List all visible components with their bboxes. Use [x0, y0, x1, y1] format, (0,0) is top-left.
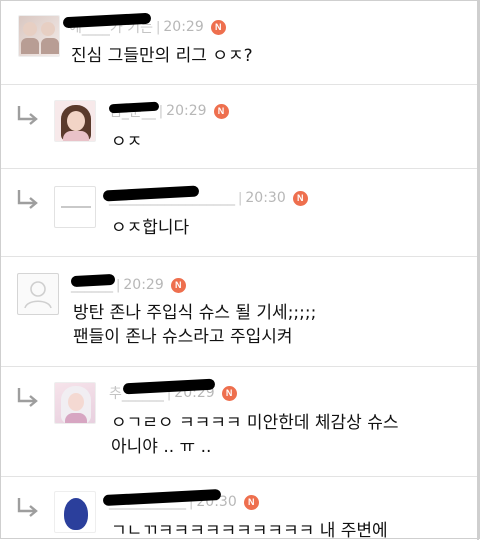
avatar[interactable]: [54, 100, 96, 142]
new-badge: N: [213, 103, 229, 119]
avatar[interactable]: [18, 15, 60, 57]
comment-meta: ___________ | 20:30 N: [102, 488, 259, 512]
author-name[interactable]: 에____가 기는: [62, 12, 153, 37]
new-badge: N: [221, 385, 237, 401]
author-name[interactable]: 추______: [109, 378, 216, 403]
reply-arrow-icon: [17, 190, 38, 209]
avatar[interactable]: [54, 382, 96, 424]
comment-item-reply: 추______ | 20:29 N ㅇㄱㄹㅇ ㅋㅋㅋㅋ 미안한데 체감상 슈스 …: [1, 367, 479, 477]
scroll-edge: [477, 1, 479, 540]
comment-text: 방탄 존나 주입식 슈스 될 기세;;;;; 팬들이 존나 슈스라고 주입시켜: [73, 303, 317, 347]
avatar[interactable]: [54, 186, 96, 228]
reply-arrow-icon: [17, 498, 38, 517]
comment-meta: __________________ | 20:30 N: [102, 185, 308, 208]
reply-arrow-icon: [17, 388, 38, 407]
comment-item-reply: __________________ | 20:30 N ㅇㅈ합니다: [1, 169, 479, 257]
author-name[interactable]: ___________: [102, 488, 222, 510]
author-name[interactable]: 김_준__: [108, 101, 160, 121]
comment-item-reply: 김_준__ | 20:29 N ㅇㅈ: [1, 85, 479, 169]
new-badge: N: [170, 277, 186, 293]
redaction-mark: [70, 273, 116, 288]
comment-text: ㅇㅈ합니다: [111, 218, 190, 238]
timestamp: 20:29: [123, 277, 164, 293]
new-badge: N: [243, 494, 259, 510]
new-badge: N: [210, 19, 226, 35]
comment-text: 진심 그들만의 리그 ㅇㅈ?: [71, 46, 253, 66]
avatar[interactable]: [54, 491, 96, 533]
comment-meta: 김_준__ | 20:29 N: [108, 101, 229, 121]
comment-item-reply: ___________ | 20:30 N ㄱㄴㄲㅋㅋㅋㅋㅋㅋㅋㅋㅋㅋ 내 주변…: [1, 477, 479, 547]
comment-item: ______ | 20:29 N 방탄 존나 주입식 슈스 될 기세;;;;; …: [1, 257, 479, 367]
timestamp: 20:30: [245, 190, 286, 206]
comment-text: ㅇㄱㄹㅇ ㅋㅋㅋㅋ 미안한데 체감상 슈스 아니야 .. ㅠ ..: [111, 413, 399, 457]
comment-meta: 에____가 기는 | 20:29 N: [62, 12, 226, 37]
comment-text: ㅇㅈ: [111, 132, 143, 152]
new-badge: N: [292, 190, 308, 206]
comment-text: ㄱㄴㄲㅋㅋㅋㅋㅋㅋㅋㅋㅋㅋ 내 주변에: [111, 521, 388, 541]
timestamp: 20:29: [163, 19, 204, 35]
comment-meta: ______ | 20:29 N: [70, 273, 186, 295]
user-silhouette-icon: [24, 281, 52, 309]
default-user-icon[interactable]: [17, 273, 59, 315]
comment-item: 에____가 기는 | 20:29 N 진심 그들만의 리그 ㅇㅈ?: [1, 1, 479, 85]
timestamp: 20:29: [166, 103, 207, 119]
author-name[interactable]: __________________: [102, 185, 235, 206]
reply-arrow-icon: [17, 106, 38, 125]
author-name[interactable]: ______: [70, 273, 116, 293]
comment-meta: 추______ | 20:29 N: [109, 378, 237, 403]
